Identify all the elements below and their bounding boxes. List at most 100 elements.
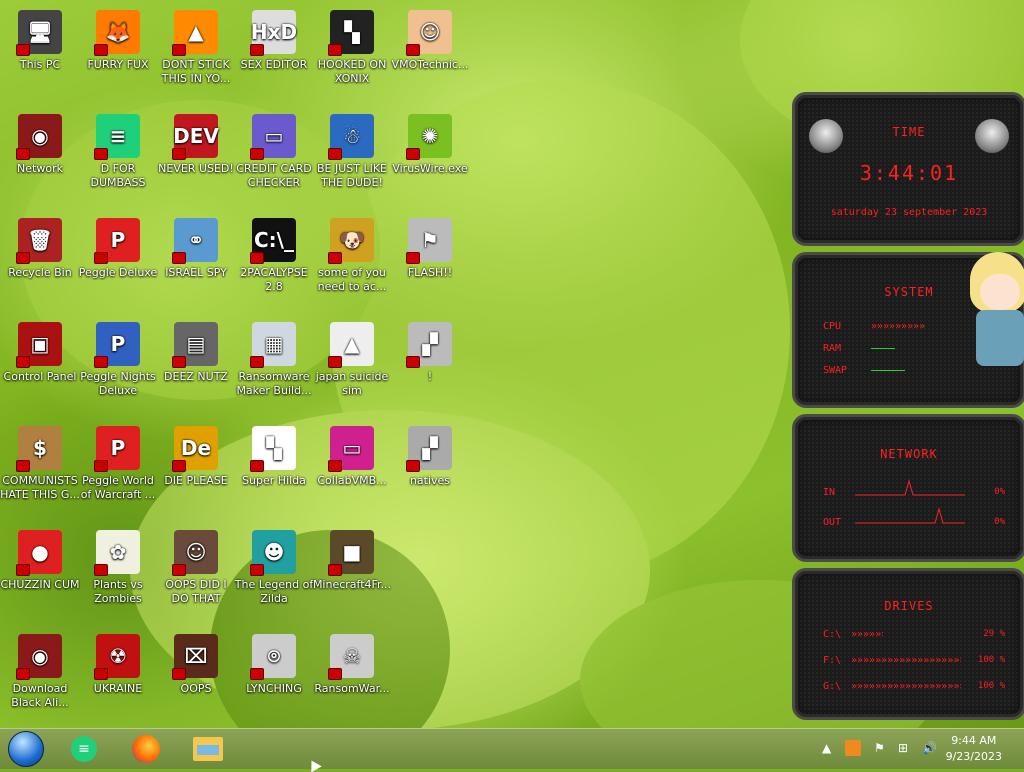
app-icon: ◉ xyxy=(16,114,62,160)
desktop-icon-label: VirusWire.exe xyxy=(392,162,468,175)
swap-label: SWAP xyxy=(823,365,848,376)
app-icon: ⌧ xyxy=(172,634,218,680)
app-tray-icon[interactable] xyxy=(845,740,861,756)
desktop-icon[interactable]: P Peggle World of Warcraft ... xyxy=(78,420,158,520)
shortcut-badge-icon xyxy=(406,356,420,368)
desktop-icon-label: D FOR DUMBASS xyxy=(90,162,146,189)
desktop-icon[interactable]: ◉ Download Black Ali... xyxy=(0,628,80,728)
desktop-icon[interactable]: ⌧ OOPS xyxy=(156,628,236,728)
desktop-icon[interactable]: 🖥 This PC xyxy=(0,4,80,104)
desktop-icon[interactable]: ◉ Network xyxy=(0,108,80,208)
desktop-icon[interactable]: ≡ D FOR DUMBASS xyxy=(78,108,158,208)
network-title: NETWORK xyxy=(880,447,938,461)
desktop-icon[interactable]: P Peggle Deluxe xyxy=(78,212,158,312)
taskbar-app-firefox[interactable] xyxy=(124,731,168,767)
desktop-icon-label: OOPS xyxy=(180,682,212,695)
app-icon: P xyxy=(94,426,140,472)
clock-time: 9:44 AM xyxy=(951,734,997,747)
desktop-icon[interactable]: ▭ CollabVMB... xyxy=(312,420,392,520)
desktop-icon-label: Super Hilda xyxy=(242,474,306,487)
shortcut-badge-icon xyxy=(94,252,108,264)
shortcut-badge-icon xyxy=(250,564,264,576)
desktop-icon[interactable]: 🦊 FURRY FUX xyxy=(78,4,158,104)
ram-label: RAM xyxy=(823,343,842,354)
desktop-icon[interactable]: DEV NEVER USED! xyxy=(156,108,236,208)
time-title: TIME xyxy=(892,125,926,139)
desktop-icon[interactable]: ⌾ LYNCHING xyxy=(234,628,314,728)
app-icon: ▞ xyxy=(406,426,452,472)
app-icon: DEV xyxy=(172,114,219,160)
desktop-icon[interactable]: ☃ BE JUST LIKE THE DUDE! xyxy=(312,108,392,208)
desktop-icon-label: DONT STICK THIS IN YO... xyxy=(161,58,231,85)
desktop-icon[interactable]: De DIE PLEASE xyxy=(156,420,236,520)
desktop-icon[interactable]: ▞ natives xyxy=(390,420,470,520)
desktop-icon[interactable]: ☢ UKRAINE xyxy=(78,628,158,728)
desktop-icon[interactable]: ● CHUZZIN CUM xyxy=(0,524,80,624)
desktop-icon[interactable]: ▤ DEEZ NUTZ xyxy=(156,316,236,416)
desktop-icon-label: ! xyxy=(427,370,433,383)
shortcut-badge-icon xyxy=(16,668,30,680)
app-icon: ⚑ xyxy=(406,218,452,264)
cpu-label: CPU xyxy=(823,321,842,332)
drive-usage-bar: »»»»»»»»»»»»»»»»»»»» xyxy=(851,629,883,640)
desktop-icon-label: LYNCHING xyxy=(246,682,302,695)
app-icon: ▚ xyxy=(250,426,296,472)
desktop-icon[interactable]: ▣ Control Panel xyxy=(0,316,80,416)
in-value: 0% xyxy=(994,487,1005,497)
notes-app-icon: ≡ xyxy=(71,736,97,762)
desktop-icon[interactable]: ✿ Plants vs Zombies xyxy=(78,524,158,624)
shortcut-badge-icon xyxy=(94,564,108,576)
clock[interactable]: 9:44 AM 9/23/2023 xyxy=(946,733,1002,765)
desktop-icon[interactable]: ▦ Ransomware Maker Build... xyxy=(234,316,314,416)
desktop-icon-label: FLASH!! xyxy=(407,266,453,279)
flag-icon[interactable]: ⚑ xyxy=(874,741,885,755)
drive-usage-value: 100 % xyxy=(977,655,1005,665)
app-icon: ☃ xyxy=(328,114,374,160)
in-label: IN xyxy=(823,487,836,498)
desktop-icon[interactable]: ☠ RansomWar... xyxy=(312,628,392,728)
start-button[interactable] xyxy=(4,731,48,767)
shortcut-badge-icon xyxy=(250,44,264,56)
network-tray-icon[interactable]: ⊞ xyxy=(898,741,908,755)
character-overlay xyxy=(962,252,1024,372)
taskbar-app-notes[interactable]: ≡ xyxy=(62,731,106,767)
shortcut-badge-icon xyxy=(16,148,30,160)
desktop-icon[interactable]: P Peggle Nights Deluxe xyxy=(78,316,158,416)
desktop-icon[interactable]: ▲ DONT STICK THIS IN YO... xyxy=(156,4,236,104)
volume-icon[interactable]: 🔊 xyxy=(922,741,937,755)
shortcut-badge-icon xyxy=(406,252,420,264)
desktop-icon[interactable]: ✺ VirusWire.exe xyxy=(390,108,470,208)
start-orb-icon xyxy=(8,731,44,767)
desktop-icon[interactable]: ⚭ ISRAEL SPY xyxy=(156,212,236,312)
desktop-icon[interactable]: ▲ japan suicide sim xyxy=(312,316,392,416)
desktop-icon[interactable]: ☺ VMOTechnic... xyxy=(390,4,470,104)
desktop-icon[interactable]: $ COMMUNISTS HATE THIS G... xyxy=(0,420,80,520)
desktop-icon[interactable]: ▚ HOOKED ON XONIX xyxy=(312,4,392,104)
show-hidden-icons-button[interactable]: ▲ xyxy=(822,741,831,755)
app-icon: P xyxy=(94,322,140,368)
desktop-icon-label: COMMUNISTS HATE THIS G... xyxy=(0,474,80,501)
desktop-icon[interactable]: ▭ CREDIT CARD CHECKER xyxy=(234,108,314,208)
app-icon: ☢ xyxy=(94,634,140,680)
desktop-icon[interactable]: HxD SEX EDITOR xyxy=(234,4,314,104)
taskbar-app-explorer[interactable] xyxy=(186,731,230,767)
desktop-icon[interactable]: ⚑ FLASH!! xyxy=(390,212,470,312)
desktop-icon[interactable]: ☺ OOPS DID I DO THAT xyxy=(156,524,236,624)
app-icon: ☺ xyxy=(406,10,452,56)
desktop-icon[interactable]: ☻ The Legend of Zilda xyxy=(234,524,314,624)
desktop-icon[interactable]: ■ Minecraft4Fr... xyxy=(312,524,392,624)
desktop-icon[interactable]: C:\_ 2PACALYPSE 2.8 xyxy=(234,212,314,312)
shortcut-badge-icon xyxy=(328,460,342,472)
desktop-icon[interactable]: ▚ Super Hilda xyxy=(234,420,314,520)
shortcut-badge-icon xyxy=(250,668,264,680)
app-icon: De xyxy=(172,426,218,472)
desktop-icon[interactable]: ▞! xyxy=(390,316,470,416)
desktop-icon[interactable]: 🐶 some of you need to ac... xyxy=(312,212,392,312)
shortcut-badge-icon xyxy=(172,148,186,160)
app-icon: ☠ xyxy=(328,634,374,680)
desktop-icon[interactable]: 🗑 Recycle Bin xyxy=(0,212,80,312)
desktop-icon-label: Peggle Deluxe xyxy=(78,266,158,279)
shortcut-badge-icon xyxy=(406,44,420,56)
app-icon: 🖥 xyxy=(16,10,62,56)
drive-label: G:\ xyxy=(823,681,842,692)
